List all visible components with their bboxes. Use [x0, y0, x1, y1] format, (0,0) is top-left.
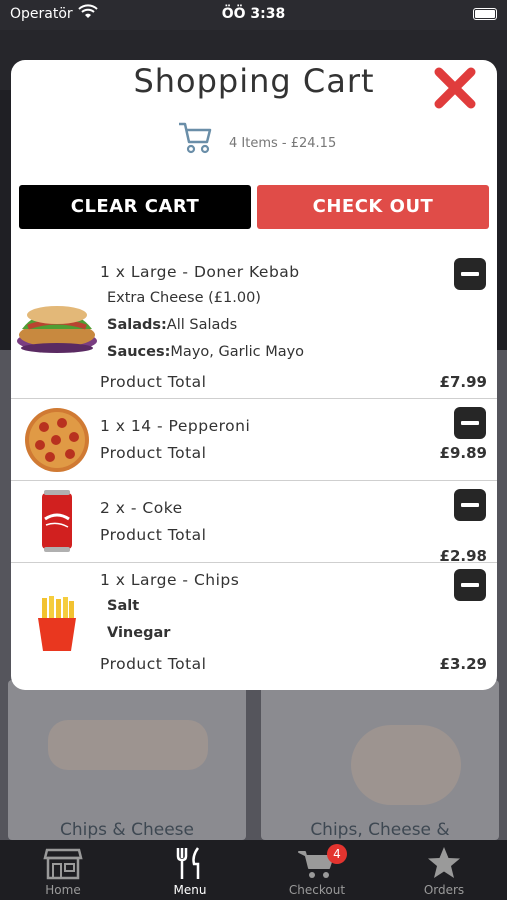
checkout-button[interactable]: CHECK OUT [257, 185, 489, 229]
tab-label: Orders [423, 883, 465, 897]
item-option: Salt [107, 598, 140, 614]
modal-title: Shopping Cart [133, 62, 375, 100]
salads-value: All Salads [166, 317, 238, 333]
product-total-label: Product Total [100, 655, 207, 673]
item-price: £3.29 [439, 655, 487, 673]
tab-label: Menu [173, 883, 207, 897]
item-price: £9.89 [439, 444, 487, 462]
item-name: 1 x 14 - Pepperoni [100, 417, 251, 435]
tab-home[interactable]: Home [0, 840, 126, 900]
remove-item-button[interactable] [454, 258, 486, 290]
shopping-cart-modal: Shopping Cart 4 Items - £24.15 CLEAR CAR… [11, 60, 497, 690]
item-sauces: Sauces:Mayo, Garlic Mayo [107, 344, 304, 360]
status-bar: Operatör ÖÖ 3:38 [0, 0, 507, 30]
item-option: Vinegar [107, 625, 171, 641]
item-name: 1 x Large - Chips [100, 571, 240, 589]
tab-label: Checkout [288, 883, 346, 897]
cart-icon [179, 122, 212, 154]
cart-summary-text: 4 Items - £24.15 [229, 136, 337, 151]
menu-card-chips-cheese[interactable]: Chips & Cheese [8, 680, 246, 840]
item-price: £7.99 [439, 373, 487, 391]
cart-item: 1 x Large - Doner Kebab Extra Cheese (£1… [11, 255, 497, 398]
star-icon [428, 847, 460, 878]
cart-item: 1 x 14 - Pepperoni Product Total £9.89 [11, 399, 497, 480]
cart-count-badge: 4 [327, 844, 347, 864]
chips-photo [48, 720, 208, 770]
remove-item-button[interactable] [454, 407, 486, 439]
remove-item-button[interactable] [454, 489, 486, 521]
kebab-image [17, 306, 97, 353]
menu-card-chips-cheese-more[interactable]: Chips, Cheese & [261, 680, 499, 840]
product-total-label: Product Total [100, 526, 207, 544]
cart-item: 1 x Large - Chips Salt Vinegar Product T… [11, 563, 497, 690]
coke-can-image [42, 490, 72, 552]
sauces-label: Sauces: [107, 344, 171, 360]
product-total-label: Product Total [100, 373, 207, 391]
remove-item-button[interactable] [454, 569, 486, 601]
chips-photo [351, 725, 461, 805]
store-icon [43, 848, 83, 880]
item-name: 1 x Large - Doner Kebab [100, 263, 300, 281]
tab-orders[interactable]: Orders [381, 840, 507, 900]
fork-knife-icon [176, 847, 200, 879]
chips-image [38, 596, 76, 651]
tab-menu[interactable]: Menu [127, 840, 253, 900]
clock: ÖÖ 3:38 [221, 6, 286, 22]
tab-label: Home [45, 883, 81, 897]
clear-cart-button[interactable]: CLEAR CART [19, 185, 251, 229]
salads-label: Salads: [107, 317, 167, 333]
menu-card-title: Chips, Cheese & [310, 820, 450, 840]
item-salads: Salads:All Salads [107, 317, 237, 333]
sauces-value: Mayo, Garlic Mayo [170, 344, 305, 360]
item-name: 2 x - Coke [100, 499, 183, 517]
product-total-label: Product Total [100, 444, 207, 462]
menu-card-title: Chips & Cheese [60, 820, 194, 840]
cart-item: 2 x - Coke Product Total £2.98 [11, 481, 497, 565]
pizza-image [25, 408, 89, 472]
tab-bar: Home Menu 4 Checkout Orders [0, 840, 507, 900]
tab-checkout[interactable]: 4 Checkout [254, 840, 380, 900]
battery-icon [473, 8, 497, 20]
close-icon[interactable] [433, 66, 477, 110]
item-option: Extra Cheese (£1.00) [107, 290, 261, 306]
